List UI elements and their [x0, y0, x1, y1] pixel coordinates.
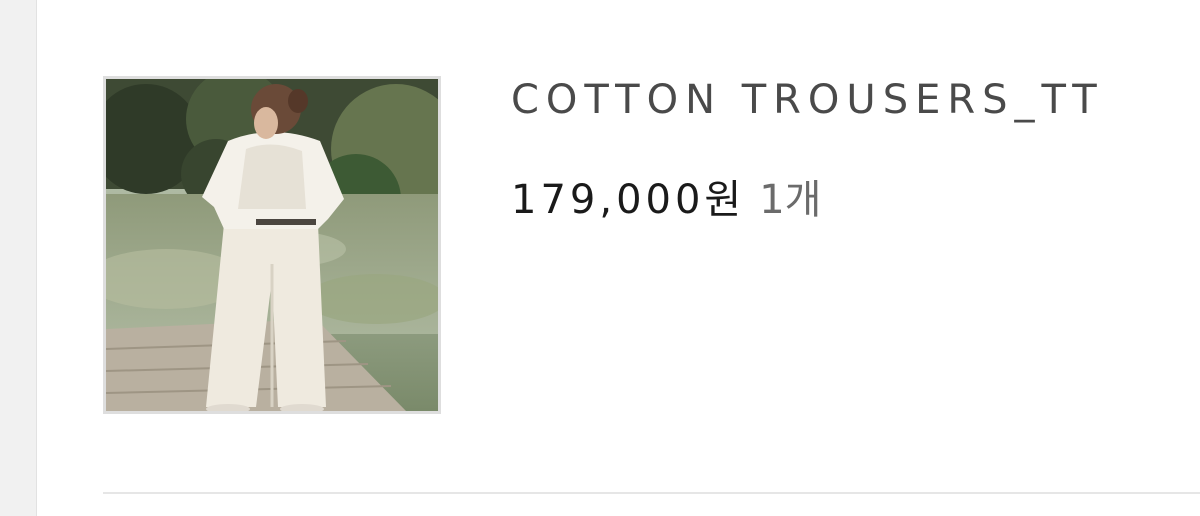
product-thumbnail[interactable] [103, 76, 441, 414]
order-page: COTTON TROUSERS_TT 179,000원 1개 [0, 0, 1200, 516]
product-photo-icon [106, 79, 438, 411]
order-item-info: COTTON TROUSERS_TT 179,000원 1개 [511, 76, 1200, 224]
product-quantity: 1개 [759, 177, 822, 223]
product-price: 179,000원 [511, 177, 746, 223]
order-item-panel: COTTON TROUSERS_TT 179,000원 1개 [36, 0, 1200, 516]
product-name[interactable]: COTTON TROUSERS_TT [511, 76, 1200, 126]
order-item-row: COTTON TROUSERS_TT 179,000원 1개 [103, 0, 1200, 494]
price-quantity-line: 179,000원 1개 [511, 176, 1200, 224]
item-divider [103, 492, 1200, 494]
